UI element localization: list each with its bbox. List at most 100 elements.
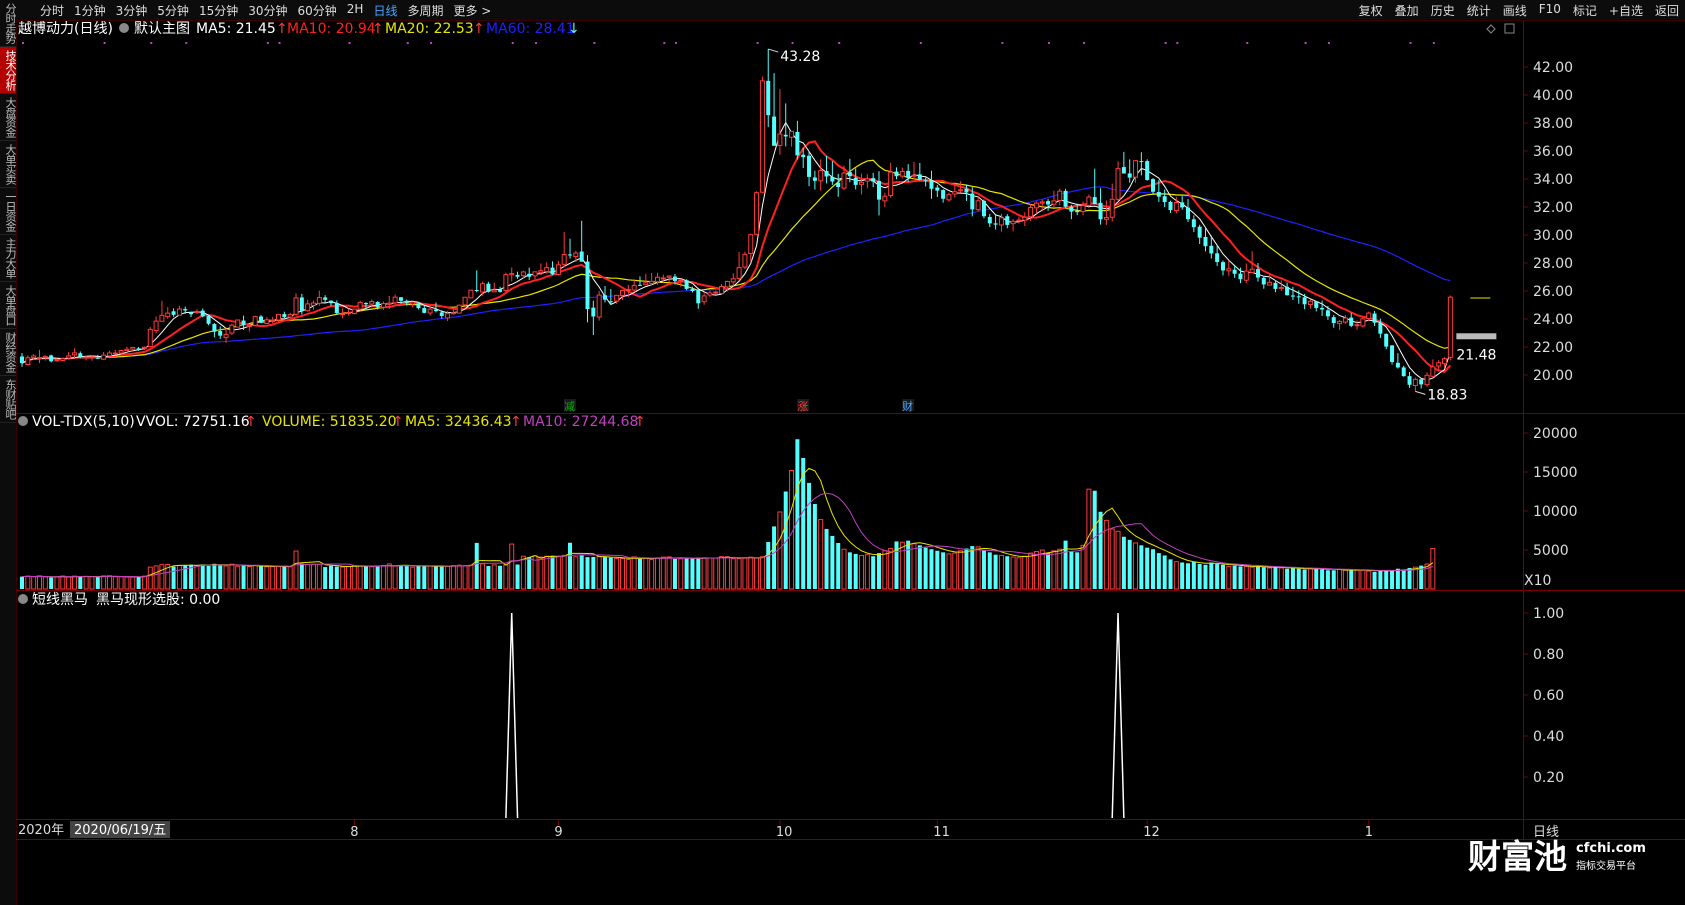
period-tab-3[interactable]: 5分钟	[157, 2, 189, 19]
period-tab-0[interactable]: 分时	[40, 2, 64, 19]
signal-dot	[348, 42, 351, 44]
sidebar-item-0[interactable]: 分时走势	[0, 0, 17, 47]
candle-body	[42, 355, 48, 359]
candle-body	[404, 300, 409, 303]
candle-body	[1162, 196, 1167, 203]
candle-body	[54, 359, 60, 362]
candle-body	[1267, 281, 1273, 286]
candle-body	[754, 192, 760, 235]
volume-bar	[527, 557, 532, 589]
tool-button-3[interactable]: 统计	[1467, 2, 1491, 19]
period-tab-4[interactable]: 15分钟	[199, 2, 238, 19]
candle	[824, 155, 829, 184]
volume-bar	[1051, 550, 1057, 590]
period-tab-10[interactable]: 更多 >	[453, 2, 491, 19]
tool-button-1[interactable]: 叠加	[1395, 2, 1419, 19]
candle	[1069, 204, 1074, 220]
volume-bar	[1186, 563, 1190, 589]
vol-name: VOL-TDX(5,10)	[32, 414, 135, 430]
candle	[189, 311, 194, 318]
period-tab-8[interactable]: 日线	[373, 2, 397, 19]
volume-bar	[351, 564, 357, 590]
volume-bar	[1412, 566, 1418, 590]
volume-bar	[923, 547, 928, 589]
volume-bar	[316, 563, 322, 590]
volume-dropdown-icon[interactable]	[18, 416, 28, 426]
sidebar-item-1[interactable]: 技术分析	[0, 47, 17, 94]
volume-bar	[1039, 549, 1045, 590]
candle-body	[498, 289, 503, 292]
volume-bar	[462, 565, 468, 590]
candle-body	[1419, 379, 1424, 385]
volume-bar	[754, 557, 760, 590]
candle	[795, 120, 800, 160]
candle	[888, 162, 894, 198]
volume-tick-label: 10000	[1533, 504, 1578, 520]
tool-button-6[interactable]: 标记	[1573, 2, 1597, 19]
sidebar-item-8[interactable]: 东财贴吧	[0, 376, 17, 423]
tool-button-2[interactable]: 历史	[1431, 2, 1455, 19]
watermark-domain: cfchi.com	[1576, 841, 1646, 856]
candle	[270, 316, 276, 324]
month-label: 12	[1143, 825, 1160, 840]
candle-body	[935, 187, 940, 191]
period-tab-5[interactable]: 30分钟	[248, 2, 287, 19]
candle	[340, 308, 346, 319]
volume-bar	[631, 556, 637, 590]
tool-button-8[interactable]: 返回	[1655, 2, 1679, 19]
volume-bar	[970, 546, 975, 589]
candle	[433, 302, 438, 313]
left-sidebar: 分时走势 技术分析 大盘资金 大单买卖 一日资金 主力大单 大单盘口 财经资金 东财贴吧	[0, 0, 17, 905]
period-tab-2[interactable]: 3分钟	[116, 2, 148, 19]
stock-chart[interactable]: 越博动力(日线) 默认主图 MA5: 21.45 ↑ MA10: 20.94 ↑…	[16, 21, 1685, 905]
volume-bar	[1372, 571, 1377, 589]
volume-bar	[1325, 570, 1330, 589]
volume-bar	[89, 576, 95, 590]
chart-window-controls[interactable]	[1486, 23, 1515, 34]
candle	[830, 161, 835, 185]
candle-body	[1033, 202, 1039, 209]
tool-button-7[interactable]: +自选	[1609, 2, 1643, 19]
ma20-value: MA20: 22.53	[385, 21, 474, 37]
tool-button-5[interactable]: F10	[1539, 2, 1561, 19]
period-tab-9[interactable]: 多周期	[407, 2, 443, 19]
sidebar-item-2[interactable]: 大盘资金	[0, 94, 17, 141]
candle-body	[351, 308, 357, 315]
candle	[946, 192, 952, 202]
sidebar-item-4[interactable]: 一日资金	[0, 188, 17, 235]
volume-bar	[1232, 565, 1237, 589]
volume-bar	[975, 546, 981, 590]
candle-body	[316, 297, 322, 304]
tool-button-4[interactable]: 画线	[1503, 2, 1527, 19]
candle-body	[480, 283, 486, 293]
signal-dot	[1083, 42, 1086, 44]
volume-bar	[538, 556, 544, 590]
candle-body	[1407, 376, 1412, 385]
candle-body	[759, 80, 765, 193]
sidebar-item-5[interactable]: 主力大单	[0, 235, 17, 282]
candle-body	[89, 356, 95, 359]
ma10-line	[21, 140, 1452, 373]
candle	[864, 174, 870, 189]
indicator-plot	[505, 612, 1125, 819]
period-tab-1[interactable]: 1分钟	[74, 2, 106, 19]
indicator-value: 黑马现形选股: 0.00	[96, 592, 220, 608]
template-dropdown-icon[interactable]	[119, 23, 129, 33]
candle	[1098, 188, 1103, 225]
candle-body	[141, 346, 147, 349]
candle	[754, 191, 760, 235]
event-marker: 财	[902, 399, 915, 413]
indicator-dropdown-icon[interactable]	[18, 594, 28, 604]
candle	[509, 267, 515, 282]
period-tab-7[interactable]: 2H	[347, 2, 364, 19]
sidebar-item-3[interactable]: 大单买卖	[0, 141, 17, 188]
tool-button-0[interactable]: 复权	[1359, 2, 1383, 19]
volume-bar	[672, 558, 677, 589]
candle	[929, 170, 934, 199]
signal-dot	[791, 42, 794, 44]
sidebar-item-6[interactable]: 大单盘口	[0, 282, 17, 329]
period-tab-6[interactable]: 60分钟	[298, 2, 337, 19]
sidebar-item-7[interactable]: 财经资金	[0, 329, 17, 376]
candle-body	[1173, 202, 1179, 212]
candle	[871, 172, 876, 187]
